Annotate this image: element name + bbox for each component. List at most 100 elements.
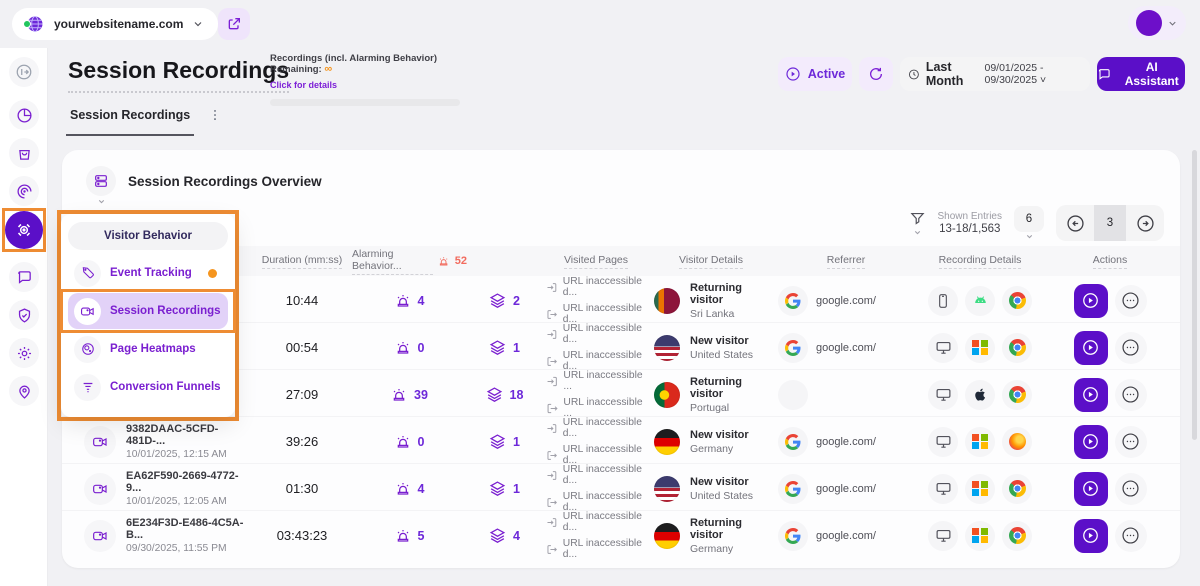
website-selector[interactable]: yourwebsitename.com — [12, 8, 218, 40]
chrome-icon — [1002, 474, 1032, 504]
pages-cell: 2 — [467, 292, 542, 309]
play-recording-button[interactable] — [1074, 331, 1108, 365]
sidebar-item-commerce[interactable] — [9, 138, 39, 168]
pages-cell: 4 — [467, 527, 542, 544]
refresh-button[interactable] — [859, 57, 893, 91]
date-range-picker[interactable]: Last Month 09/01/2025 - 09/30/2025 ˅ — [900, 57, 1090, 91]
visited-pages-cell: URL inaccessible ... URL inaccessible ..… — [542, 370, 650, 419]
filter-button[interactable] — [909, 210, 926, 237]
pages-count: 1 — [513, 482, 520, 496]
menu-item-event-tracking[interactable]: Event Tracking — [68, 255, 228, 291]
clock-icon — [908, 67, 920, 82]
layers-icon — [486, 386, 503, 403]
visitor-type: New visitor — [690, 476, 753, 488]
sidebar-item-engagement[interactable] — [9, 176, 39, 206]
alarming-count: 4 — [418, 294, 425, 308]
sidebar-item-session-recordings[interactable] — [5, 211, 43, 249]
open-website-button[interactable] — [218, 8, 250, 40]
sidebar-item-settings[interactable] — [9, 338, 39, 368]
entry-page-icon — [546, 328, 558, 341]
play-recording-button[interactable] — [1074, 378, 1108, 412]
more-options-button[interactable] — [1115, 285, 1147, 317]
database-icon — [93, 173, 109, 189]
duration: 00:54 — [286, 340, 319, 355]
prev-page-button[interactable] — [1056, 205, 1094, 241]
more-options-button[interactable] — [1115, 426, 1147, 458]
chrome-icon — [1002, 521, 1032, 551]
next-page-button[interactable] — [1126, 205, 1164, 241]
tabbar: Session Recordings — [66, 106, 222, 136]
pages-count: 4 — [513, 529, 520, 543]
exit-url: URL inaccessible d... — [563, 350, 650, 372]
menu-item-conversion-funnels[interactable]: Conversion Funnels — [68, 369, 228, 405]
pages-count: 2 — [513, 294, 520, 308]
exit-page-icon — [546, 402, 558, 415]
exit-page-icon — [546, 543, 558, 556]
firefox-icon — [1002, 427, 1032, 457]
alarm-icon — [395, 481, 411, 497]
chrome-icon — [1002, 333, 1032, 363]
tag-icon — [81, 266, 95, 280]
sidebar-item-feedback[interactable] — [9, 262, 39, 292]
recording-date: 10/01/2025, 12:15 AM — [126, 449, 252, 460]
pagination: 3 — [1056, 205, 1164, 241]
referrer-cell: google.com/ — [772, 333, 920, 363]
sidebar-item-visitors[interactable] — [9, 376, 39, 406]
period-label: Last Month — [926, 60, 979, 88]
menu-item-page-heatmaps[interactable]: Page Heatmaps — [68, 331, 228, 367]
chevron-down-icon — [1167, 18, 1178, 29]
page-size-select[interactable]: 6 — [1014, 206, 1044, 241]
visitor-country: Germany — [690, 443, 749, 455]
more-options-button[interactable] — [1115, 332, 1147, 364]
play-recording-button[interactable] — [1074, 472, 1108, 506]
remaining-details-link[interactable]: Click for details — [270, 80, 337, 90]
lk-flag-icon — [654, 288, 680, 314]
actions-cell — [1040, 472, 1180, 506]
recording-id: EA62F590-2669-4772-9... — [126, 470, 252, 494]
ai-assistant-button[interactable]: AI Assistant — [1097, 57, 1185, 91]
account-menu[interactable] — [1128, 6, 1186, 40]
referrer-url: google.com/ — [816, 436, 876, 448]
layers-icon — [489, 480, 506, 497]
feedback-chat-icon — [16, 269, 33, 286]
tab-session-recordings[interactable]: Session Recordings — [66, 106, 194, 136]
more-options-button[interactable] — [1115, 473, 1147, 505]
scrollbar[interactable] — [1192, 150, 1197, 440]
play-recording-button[interactable] — [1074, 519, 1108, 553]
google-favicon-icon — [778, 427, 808, 457]
more-options-button[interactable] — [1115, 379, 1147, 411]
entry-url: URL inaccessible d... — [563, 464, 650, 486]
pt-flag-icon — [654, 382, 680, 408]
sidebar-item-security[interactable] — [9, 300, 39, 330]
entry-url: URL inaccessible d... — [563, 276, 650, 298]
menu-label: Page Heatmaps — [110, 343, 196, 355]
overview-collapse-button[interactable] — [86, 166, 116, 206]
table-row[interactable]: 9382DAAC-5CFD-481D-... 10/01/2025, 12:15… — [62, 417, 1180, 464]
play-recording-button[interactable] — [1074, 425, 1108, 459]
col-referrer: Referrer — [827, 254, 866, 269]
sidebar-item-analytics[interactable] — [9, 100, 39, 130]
table-row[interactable]: EA62F590-2669-4772-9... 10/01/2025, 12:0… — [62, 464, 1180, 511]
google-favicon-icon — [778, 286, 808, 316]
play-circle-icon — [1081, 432, 1100, 451]
play-recording-button[interactable] — [1074, 284, 1108, 318]
exit-url: URL inaccessible d... — [563, 491, 650, 513]
recording-date: 09/30/2025, 11:55 PM — [126, 543, 252, 554]
alarming-cell: 4 — [352, 481, 467, 497]
layers-icon — [489, 339, 506, 356]
android-icon — [965, 286, 995, 316]
status-active-button[interactable]: Active — [778, 57, 852, 91]
current-page: 3 — [1094, 205, 1126, 241]
layers-icon — [489, 292, 506, 309]
alarming-count: 39 — [414, 388, 428, 402]
video-camera-icon — [84, 473, 116, 505]
actions-cell — [1040, 284, 1180, 318]
ellipsis-circle-icon — [1120, 525, 1141, 546]
alarming-cell: 0 — [352, 340, 467, 356]
tab-options-menu[interactable] — [208, 106, 222, 122]
sidebar-panel-toggle[interactable] — [9, 57, 39, 87]
more-options-button[interactable] — [1115, 520, 1147, 552]
menu-item-session-recordings[interactable]: Session Recordings — [68, 293, 228, 329]
table-row[interactable]: 6E234F3D-E486-4C5A-B... 09/30/2025, 11:5… — [62, 511, 1180, 558]
col-visited-pages: Visited Pages — [564, 254, 628, 269]
